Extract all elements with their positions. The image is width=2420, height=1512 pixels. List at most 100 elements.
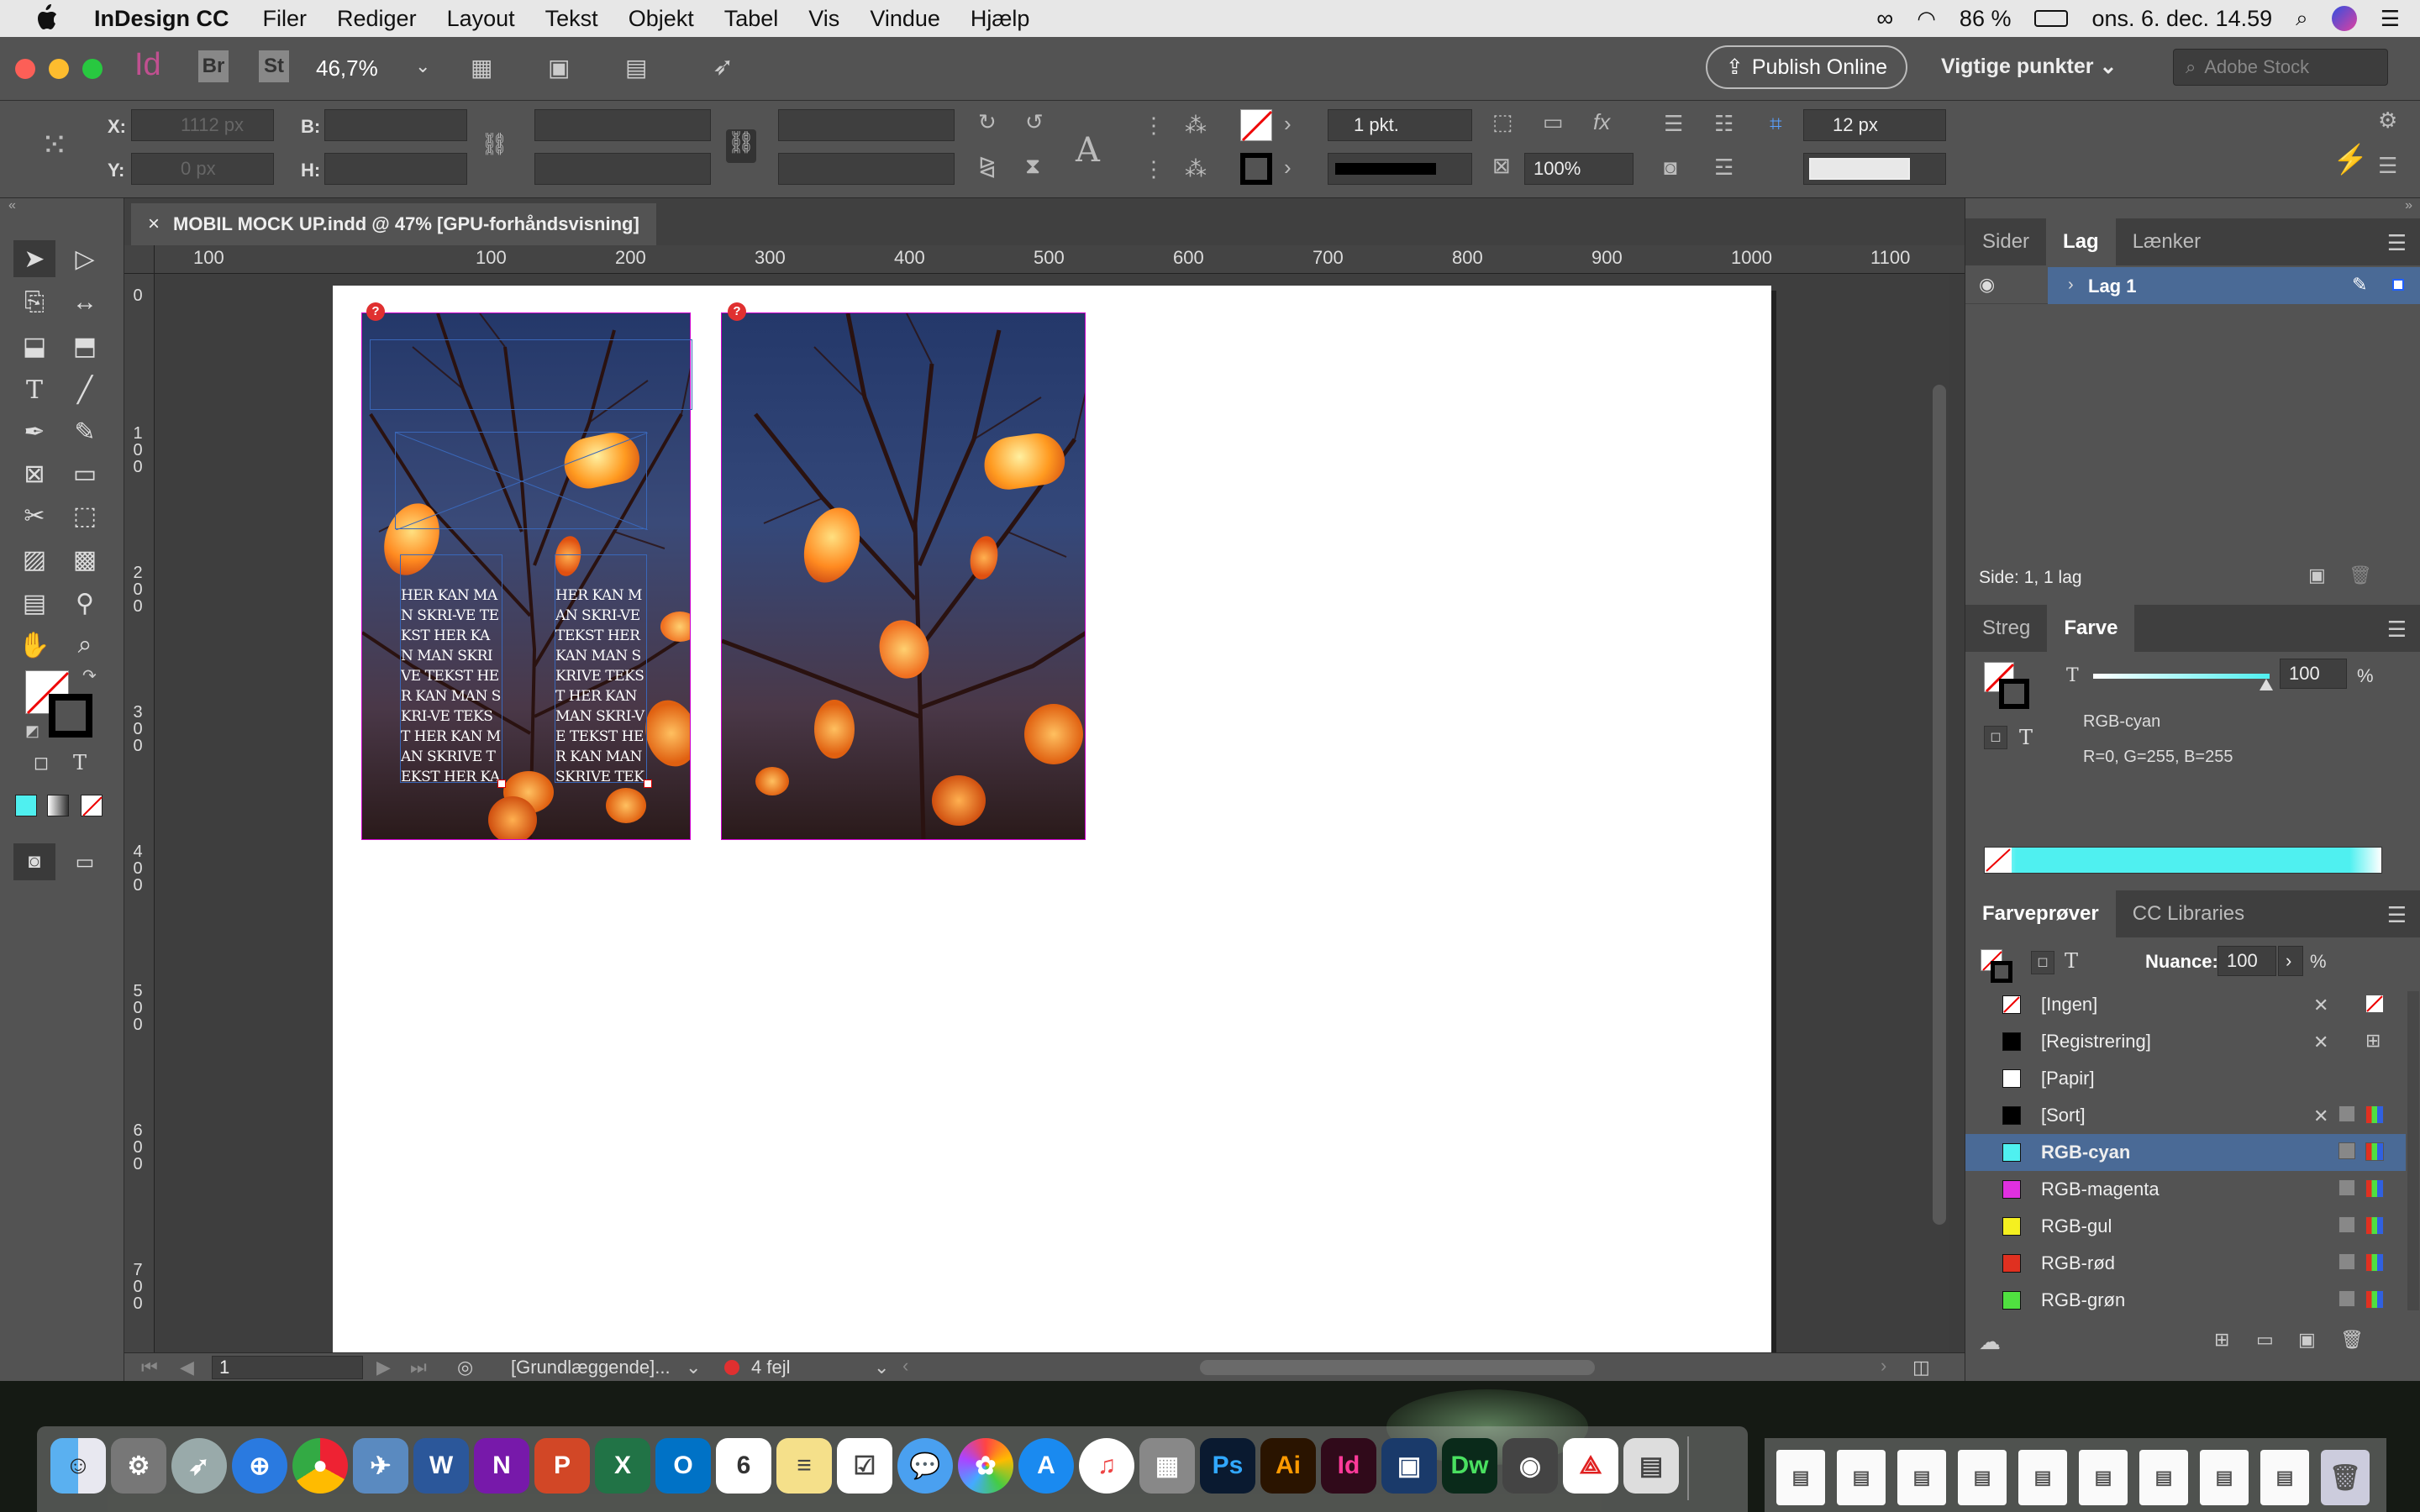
document-tab[interactable]: × MOBIL MOCK UP.indd @ 47% [GPU-forhånds… (131, 203, 656, 245)
nuance-arrow[interactable]: › (2278, 946, 2303, 976)
menu-filer[interactable]: Filer (263, 6, 308, 32)
text-frame-col1[interactable]: HER KAN MAN SKRI-VE TEKST HER KAN MAN SK… (400, 554, 502, 783)
finder-icon[interactable]: ☺ (50, 1438, 106, 1494)
vertical-ruler[interactable]: 0 1 0 0 2 0 0 3 0 0 4 0 0 5 0 0 6 0 0 7 … (124, 274, 155, 1352)
shear-field[interactable] (778, 153, 955, 185)
menu-vis[interactable]: Vis (808, 6, 839, 32)
dreamweaver-icon[interactable]: Dw (1442, 1438, 1497, 1494)
document-stack-icon[interactable]: ▤ (1776, 1450, 1825, 1505)
clock[interactable]: ons. 6. dec. 14.59 (2091, 6, 2272, 32)
width-field[interactable] (324, 109, 467, 141)
ramp-none-icon[interactable] (1985, 848, 2012, 873)
swatches-scrollbar[interactable] (2407, 991, 2419, 1310)
visibility-eye-icon[interactable]: ◉ (1979, 274, 1995, 296)
new-layer-icon[interactable]: ▣ (2308, 564, 2326, 586)
apply-gradient-icon[interactable] (47, 795, 69, 816)
menu-objekt[interactable]: Objekt (629, 6, 694, 32)
nuance-field[interactable]: 100 (2217, 946, 2276, 976)
document-stack-icon[interactable]: ▤ (1837, 1450, 1886, 1505)
publish-rocket-icon[interactable]: ➶ (713, 52, 734, 81)
preview-icon[interactable]: ✈ (353, 1438, 408, 1494)
fill-swatch[interactable] (1240, 109, 1273, 142)
text-frame-col2[interactable]: HER KAN MAN SKRI-VE TEKST HER KAN MAN SK… (555, 554, 647, 783)
pen-tool-icon[interactable]: ✒ (13, 413, 55, 450)
horizontal-ruler[interactable]: 100 100 200 300 400 500 600 700 800 900 … (155, 245, 1965, 274)
formatting-text-icon-2[interactable]: T (2019, 726, 2033, 749)
workspace-switcher[interactable]: Vigtige punkter ⌄ (1941, 54, 2117, 79)
scale-x-field[interactable] (534, 109, 711, 141)
chevron-down-icon[interactable]: ⌄ (874, 1357, 889, 1378)
tint-slider-handle[interactable] (2260, 679, 2273, 690)
stroke-type-field[interactable] (1328, 153, 1472, 185)
rectangle-frame-tool-icon[interactable]: ⊠ (13, 455, 55, 492)
app-store-icon[interactable]: A (1018, 1438, 1074, 1494)
illustrator-icon[interactable]: Ai (1260, 1438, 1316, 1494)
header-frame[interactable] (370, 339, 692, 410)
color-panel-menu-icon[interactable]: ☰ (2387, 617, 2407, 643)
scale-y-field[interactable] (534, 153, 711, 185)
opacity-field[interactable]: 100% (1524, 153, 1634, 185)
menu-tekst[interactable]: Tekst (545, 6, 598, 32)
rotation-field[interactable] (778, 109, 955, 141)
menu-tabel[interactable]: Tabel (724, 6, 779, 32)
select-next-icon[interactable]: ⁂ (1185, 156, 1207, 182)
expand-layer-icon[interactable]: › (2068, 276, 2074, 295)
show-swatch-kinds-icon[interactable]: ⊞ (2214, 1329, 2229, 1351)
itunes-icon[interactable]: ♫ (1079, 1438, 1134, 1494)
color-ramp[interactable] (1984, 847, 2382, 874)
apple-icon[interactable] (34, 4, 59, 33)
first-page-icon[interactable]: ⏮ (141, 1357, 158, 1378)
swatch-row-selected[interactable]: RGB-cyan (1965, 1134, 2406, 1171)
swatch-stroke-icon[interactable] (1991, 961, 2012, 983)
xd-icon[interactable]: ▣ (1381, 1438, 1437, 1494)
swatch-row[interactable]: RGB-grøn (1965, 1282, 2406, 1319)
split-window-icon[interactable]: ◫ (1912, 1357, 1930, 1378)
next-page-icon[interactable]: ▶ (376, 1357, 391, 1378)
photos-icon[interactable]: ✿ (958, 1438, 1013, 1494)
text-col1[interactable]: HER KAN MAN SKRI-VE TEKST HER KAN MAN SK… (401, 585, 502, 782)
flip-vertical-icon[interactable]: ⧗ (1025, 153, 1040, 180)
tab-streg[interactable]: Streg (1965, 605, 2047, 652)
layer-row[interactable]: ◉ › Lag 1 ✎ (1965, 267, 2420, 304)
hand-tool-icon[interactable]: ✋ (13, 627, 55, 664)
delete-swatch-icon[interactable]: 🗑 (2340, 1329, 2364, 1351)
stroke-arrow-icon[interactable]: › (1284, 155, 1292, 181)
stroke-swatch[interactable] (1240, 153, 1272, 185)
control-menu-icon[interactable]: ☰ (2378, 153, 2397, 179)
swatch-row[interactable]: RGB-gul (1965, 1208, 2406, 1245)
battery-icon[interactable] (2034, 10, 2069, 27)
outlook-icon[interactable]: O (655, 1438, 711, 1494)
missing-link-icon[interactable]: ? (366, 302, 385, 321)
tab-cc-libraries[interactable]: CC Libraries (2116, 890, 2261, 937)
horizontal-scrollbar[interactable] (1200, 1360, 1595, 1375)
right-page-image[interactable] (721, 312, 1086, 840)
link-scale-icon[interactable]: ⛓ (726, 129, 756, 163)
stroke-weight-field[interactable]: 1 pkt. (1328, 109, 1472, 141)
scroll-left-icon[interactable]: ‹ (902, 1355, 908, 1377)
type-tool-icon[interactable]: T (13, 371, 55, 408)
chevron-down-icon[interactable]: ⌄ (686, 1357, 701, 1378)
previous-page-icon[interactable]: ◀ (180, 1357, 194, 1378)
overset-text-indicator[interactable] (497, 780, 506, 788)
select-container-icon[interactable]: ⋮ (1143, 113, 1165, 139)
image-placeholder-frame[interactable] (395, 432, 648, 530)
notification-center-icon[interactable]: ☰ (2381, 6, 2400, 32)
apply-none-icon[interactable] (81, 795, 103, 816)
minimize-window-button[interactable] (49, 59, 69, 79)
error-count[interactable]: 4 fejl (751, 1357, 790, 1378)
gradient-feather-tool-icon[interactable]: ▩ (64, 541, 106, 578)
gap-field[interactable]: 12 px (1803, 109, 1946, 141)
tab-laenker[interactable]: Lænker (2116, 218, 2217, 265)
text-wrap-none-icon[interactable]: ☰ (1664, 111, 1683, 137)
selection-tool-icon[interactable]: ➤ (13, 240, 55, 277)
tab-farve[interactable]: Farve (2047, 605, 2135, 652)
calendar-icon[interactable]: 6 (716, 1438, 771, 1494)
layer-name[interactable]: Lag 1 (2088, 276, 2136, 297)
collapse-toolbox-icon[interactable]: « (0, 198, 124, 215)
y-field[interactable]: 0 px (131, 153, 274, 185)
stroke-style-field[interactable] (1803, 153, 1946, 185)
page-tool-icon[interactable]: ⎘ (13, 284, 55, 321)
document-canvas[interactable]: HER KAN MAN SKRI-VE TEKST HER KAN MAN SK… (155, 274, 1949, 1352)
document-stack-icon[interactable]: ▤ (2018, 1450, 2067, 1505)
cc-cloud-icon[interactable]: ☁ (1979, 1329, 2001, 1355)
